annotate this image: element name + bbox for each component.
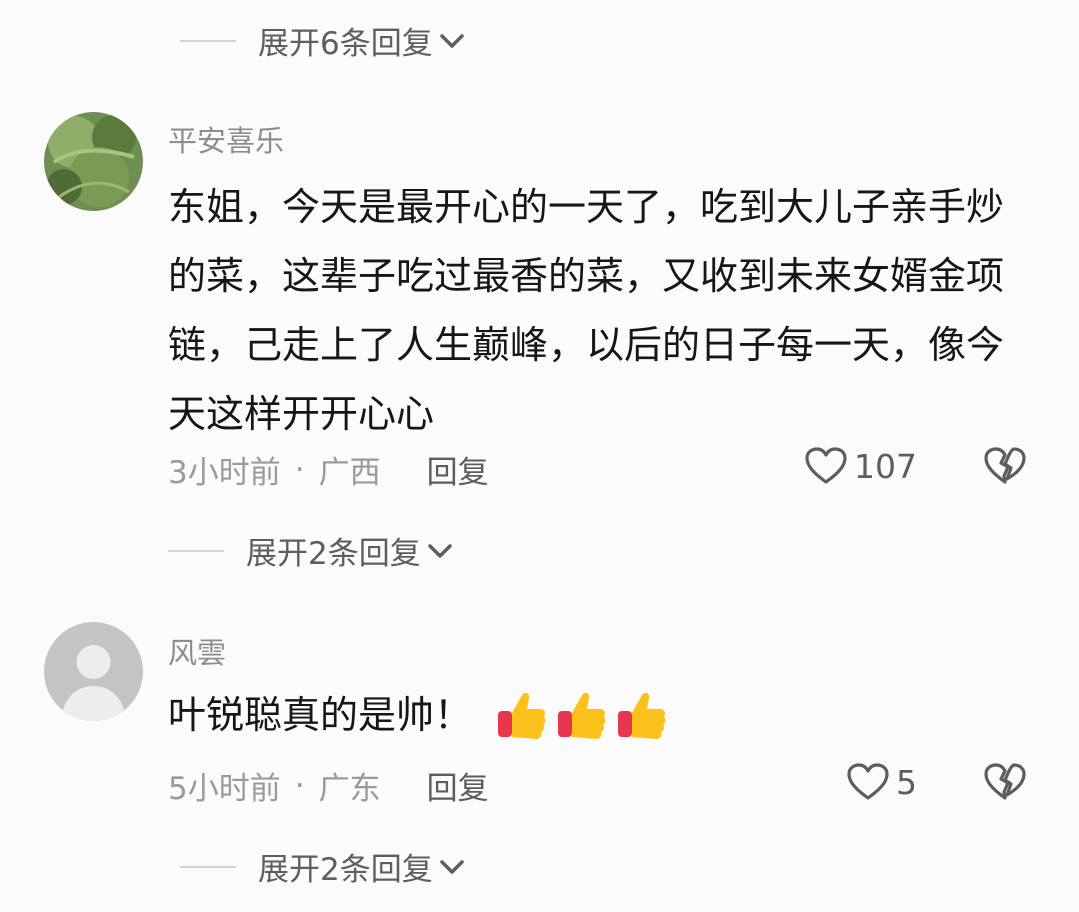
broken-heart-icon <box>984 763 1026 800</box>
reply-button[interactable]: 回复 <box>427 763 489 808</box>
comment-meta: 3小时前 · 广西 回复 <box>168 447 489 492</box>
comment-text-content: 叶锐聪真的是帅！ <box>168 693 473 737</box>
heart-outline-icon <box>847 763 889 800</box>
comment-time: 3小时前 <box>168 455 281 491</box>
expand-replies-label: 展开6条回复 <box>258 26 433 62</box>
comment-location: 广西 <box>318 455 381 491</box>
broken-heart-icon <box>984 447 1026 484</box>
like-button[interactable]: 107 <box>804 446 917 486</box>
heart-outline-icon <box>805 447 847 484</box>
thumbs-up-emoji <box>558 692 606 739</box>
username[interactable]: 风雲 <box>168 630 226 672</box>
dislike-button[interactable] <box>983 446 1027 490</box>
meta-separator: · <box>294 451 305 488</box>
avatar[interactable] <box>44 112 143 211</box>
comment-location: 广东 <box>318 771 381 807</box>
meta-separator: · <box>294 767 305 804</box>
expand-replies-label: 展开2条回复 <box>246 536 421 572</box>
divider-line <box>180 865 236 868</box>
dislike-button[interactable] <box>983 762 1027 806</box>
thumbs-up-emoji <box>498 692 546 739</box>
chevron-down-icon <box>439 33 464 48</box>
like-count: 107 <box>854 446 917 486</box>
comment-time: 5小时前 <box>168 771 281 807</box>
chevron-down-icon <box>427 543 452 558</box>
username[interactable]: 平安喜乐 <box>168 118 284 160</box>
divider-line <box>168 549 224 552</box>
expand-replies[interactable]: 展开2条回复 <box>180 844 465 889</box>
expand-replies-label: 展开2条回复 <box>258 852 433 888</box>
comment-meta: 5小时前 · 广东 回复 <box>168 763 489 808</box>
reply-button[interactable]: 回复 <box>427 447 489 492</box>
expand-replies[interactable]: 展开2条回复 <box>168 528 453 573</box>
like-count: 5 <box>896 762 917 802</box>
avatar[interactable] <box>44 622 143 721</box>
expand-replies-top[interactable]: 展开6条回复 <box>180 18 465 63</box>
emoji-group <box>488 689 668 743</box>
divider-line <box>180 39 236 42</box>
avatar-image <box>44 112 143 211</box>
thumbs-up-emoji <box>618 692 666 739</box>
chevron-down-icon <box>439 859 464 874</box>
comment-text: 叶锐聪真的是帅！ <box>168 681 1038 750</box>
default-avatar-icon <box>44 622 143 721</box>
comment-text: 东姐，今天是最开心的一天了，吃到大儿子亲手炒的菜，这辈子吃过最香的菜，又收到未来… <box>168 185 1005 436</box>
like-button[interactable]: 5 <box>846 762 917 802</box>
